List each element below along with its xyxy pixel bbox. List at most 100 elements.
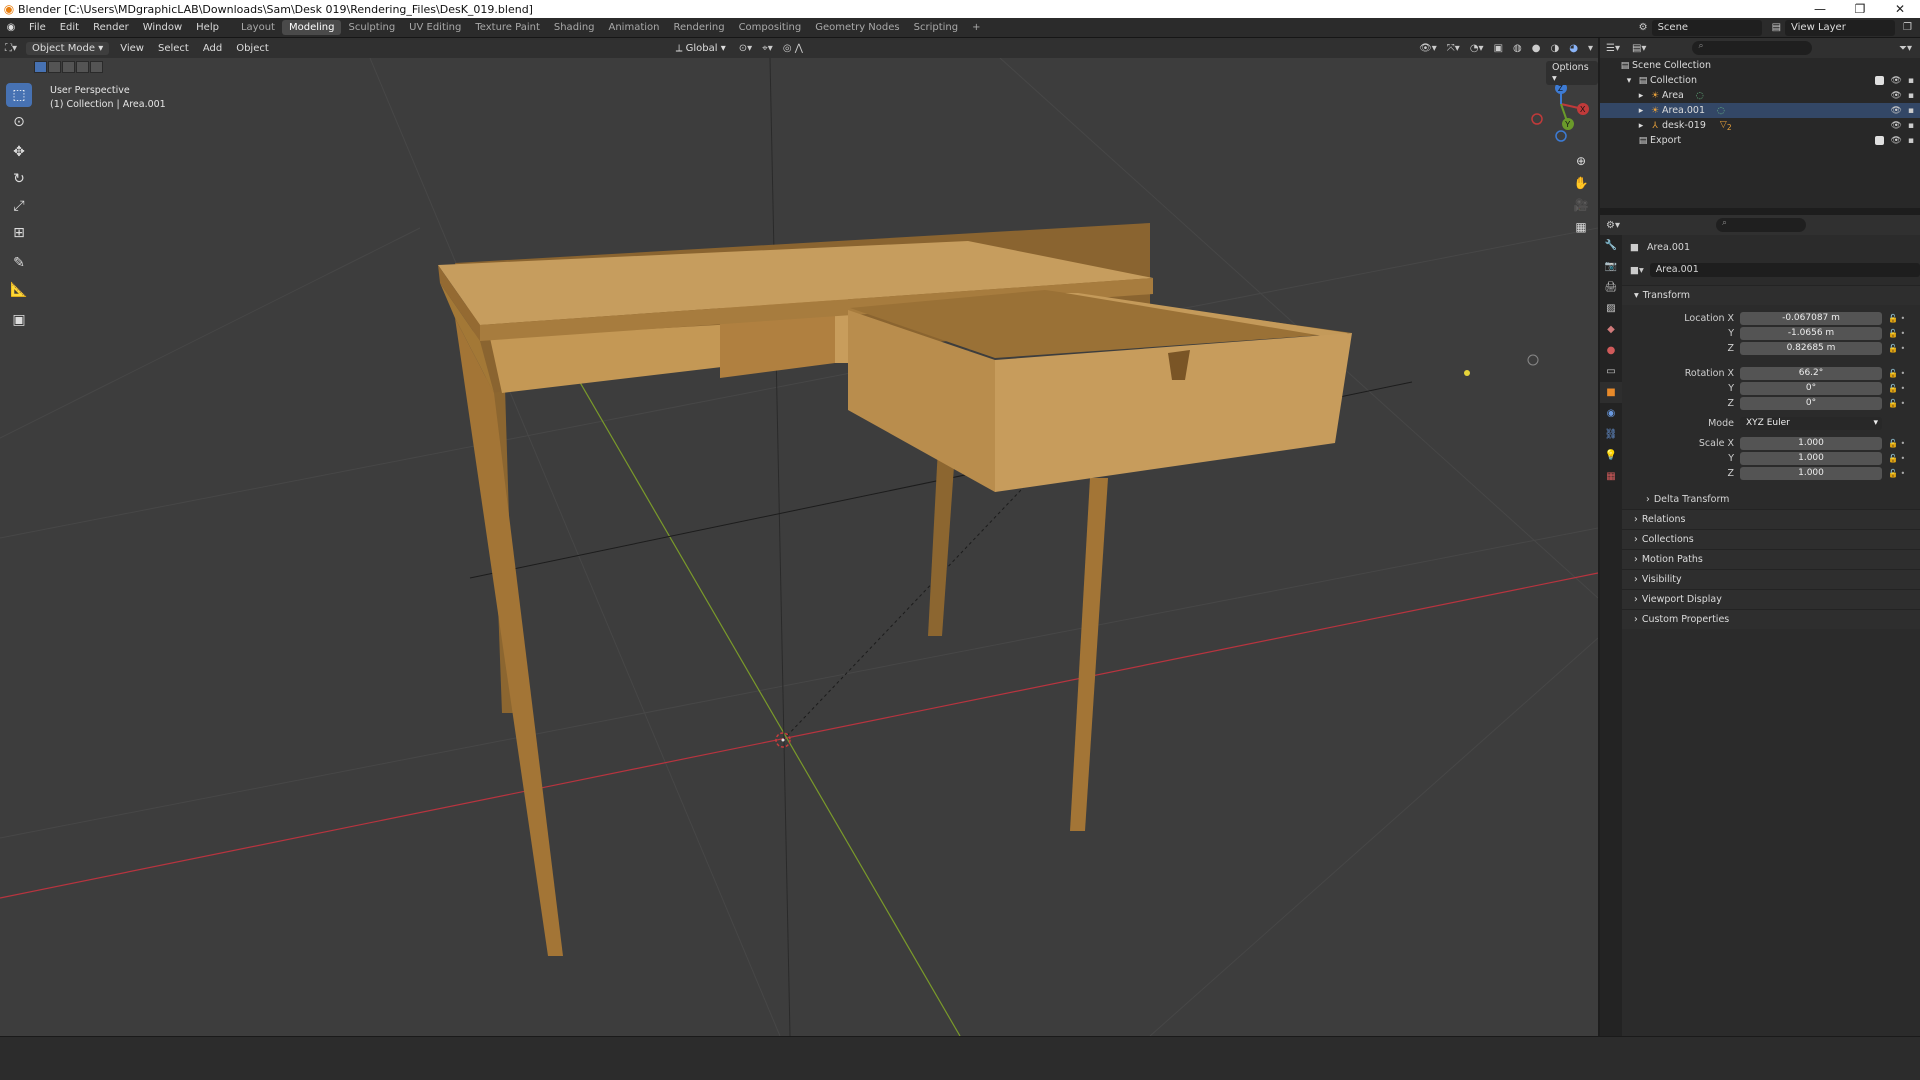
- rotation-y-field[interactable]: 0°: [1740, 382, 1882, 395]
- zoom-icon[interactable]: ⊕: [1570, 150, 1592, 172]
- render-tab-icon[interactable]: 📷: [1600, 256, 1622, 277]
- tab-scripting[interactable]: Scripting: [907, 20, 965, 35]
- outliner-row-export[interactable]: ▤ Export 👁 ▪: [1600, 133, 1920, 148]
- shading-rendered-icon[interactable]: ◕: [1564, 43, 1583, 54]
- tab-shading[interactable]: Shading: [547, 20, 602, 35]
- motion-paths-panel-header[interactable]: › Motion Paths: [1622, 549, 1920, 569]
- tab-compositing[interactable]: Compositing: [732, 20, 809, 35]
- object-data-icon[interactable]: ■▾: [1630, 265, 1644, 276]
- menu-view[interactable]: View: [113, 43, 151, 54]
- collection-tab-icon[interactable]: ▭: [1600, 361, 1622, 382]
- scale-tool-icon[interactable]: ⤢: [6, 194, 32, 218]
- annotate-tool-icon[interactable]: ✎: [6, 251, 32, 275]
- maximize-button[interactable]: ❐: [1840, 2, 1880, 16]
- select-new-icon[interactable]: [34, 61, 47, 73]
- gizmo-neg-x[interactable]: [1531, 113, 1543, 125]
- add-cube-tool-icon[interactable]: ▣: [6, 308, 32, 332]
- tool-tab-icon[interactable]: 🔧: [1600, 235, 1622, 256]
- location-z-field[interactable]: 0.82685 m: [1740, 342, 1882, 355]
- collections-panel-header[interactable]: › Collections: [1622, 529, 1920, 549]
- filter-icon[interactable]: ⏷▾: [1891, 43, 1920, 54]
- tab-rendering[interactable]: Rendering: [666, 20, 731, 35]
- viewport-display-panel-header[interactable]: › Viewport Display: [1622, 589, 1920, 609]
- location-x-field[interactable]: -0.067087 m: [1740, 312, 1882, 325]
- properties-search-input[interactable]: ⌕: [1715, 218, 1806, 232]
- outliner-row-collection[interactable]: ▾ ▤ Collection 👁 ▪: [1600, 73, 1920, 88]
- expand-arrow-icon[interactable]: ▸: [1634, 121, 1648, 131]
- rotation-mode-dropdown[interactable]: XYZ Euler ▾: [1740, 417, 1882, 430]
- gizmo-neg-z[interactable]: [1555, 130, 1567, 142]
- scene-selector[interactable]: Scene: [1651, 19, 1762, 36]
- select-extend-icon[interactable]: [48, 61, 61, 73]
- select-box-tool-icon[interactable]: ⬚: [6, 83, 32, 107]
- close-button[interactable]: ✕: [1880, 2, 1920, 16]
- expand-arrow-icon[interactable]: ▾: [1622, 76, 1636, 86]
- constraints-tab-icon[interactable]: ⛓: [1600, 424, 1622, 445]
- relations-panel-header[interactable]: › Relations: [1622, 509, 1920, 529]
- tab-sculpting[interactable]: Sculpting: [341, 20, 402, 35]
- menu-edit[interactable]: Edit: [53, 22, 86, 33]
- options-button[interactable]: Options ▾: [1546, 61, 1598, 85]
- eye-icon[interactable]: 👁: [1890, 91, 1901, 101]
- xray-icon[interactable]: ▣: [1489, 43, 1508, 54]
- object-name-field[interactable]: Area.001: [1649, 263, 1920, 277]
- orientation-dropdown[interactable]: ⟂ Global ▾: [676, 43, 726, 54]
- view-layer-selector[interactable]: View Layer: [1785, 19, 1896, 36]
- light-data-icon[interactable]: ◌: [1717, 106, 1725, 116]
- ortho-toggle-icon[interactable]: ▦: [1570, 216, 1592, 238]
- texture-tab-icon[interactable]: ▦: [1600, 466, 1622, 487]
- mode-dropdown[interactable]: Object Mode ▾: [26, 41, 110, 55]
- tab-animation[interactable]: Animation: [602, 20, 667, 35]
- camera-view-icon[interactable]: 🎥: [1570, 194, 1592, 216]
- transform-tool-icon[interactable]: ⊞: [6, 221, 32, 245]
- outliner-editor-icon[interactable]: ☰▾: [1600, 43, 1626, 54]
- snap-icon[interactable]: ⌖▾: [757, 43, 778, 54]
- camera-icon[interactable]: ▪: [1908, 106, 1914, 116]
- visibility-panel-header[interactable]: › Visibility: [1622, 569, 1920, 589]
- measure-tool-icon[interactable]: 📐: [6, 278, 32, 302]
- scene-tab-icon[interactable]: ◆: [1600, 319, 1622, 340]
- display-mode-icon[interactable]: ▤▾: [1626, 43, 1652, 54]
- select-invert-icon[interactable]: [76, 61, 89, 73]
- eye-icon[interactable]: 👁: [1890, 136, 1901, 146]
- shading-solid-icon[interactable]: ●: [1527, 43, 1546, 54]
- custom-properties-panel-header[interactable]: › Custom Properties: [1622, 609, 1920, 629]
- view-layer-tab-icon[interactable]: ▨: [1600, 298, 1622, 319]
- camera-icon[interactable]: ▪: [1908, 76, 1914, 86]
- cursor-tool-icon[interactable]: ⊙: [6, 110, 32, 134]
- lock-icon[interactable]: 🔓 •: [1888, 344, 1905, 353]
- exclude-checkbox[interactable]: [1875, 135, 1885, 145]
- world-tab-icon[interactable]: ●: [1600, 340, 1622, 361]
- menu-object[interactable]: Object: [229, 43, 276, 54]
- outliner-search-input[interactable]: ⌕: [1692, 41, 1813, 55]
- lock-icon[interactable]: 🔓 •: [1888, 314, 1905, 323]
- camera-icon[interactable]: ▪: [1908, 91, 1914, 101]
- eye-icon[interactable]: 👁: [1890, 121, 1901, 131]
- lock-icon[interactable]: 🔓 •: [1888, 329, 1905, 338]
- tab-geometry-nodes[interactable]: Geometry Nodes: [808, 20, 906, 35]
- scale-z-field[interactable]: 1.000: [1740, 467, 1882, 480]
- tab-layout[interactable]: Layout: [234, 20, 282, 35]
- blender-menu-icon[interactable]: ◉: [0, 22, 22, 33]
- outliner-row-area[interactable]: ▸ ☀ Area ◌ 👁 ▪: [1600, 88, 1920, 103]
- new-view-layer-icon[interactable]: ❐: [1903, 22, 1912, 33]
- object-data-tab-icon[interactable]: 💡: [1600, 445, 1622, 466]
- menu-window[interactable]: Window: [136, 22, 189, 33]
- rotation-x-field[interactable]: 66.2°: [1740, 367, 1882, 380]
- shading-options-icon[interactable]: ▾: [1583, 43, 1598, 54]
- 3d-viewport[interactable]: X Y Z User Perspective (1) Collection | …: [0, 58, 1598, 1036]
- object-tab-icon[interactable]: ■: [1600, 382, 1622, 403]
- proportional-edit-icon[interactable]: ◎ ⋀: [778, 43, 808, 54]
- eye-icon[interactable]: 👁: [1890, 76, 1901, 86]
- editor-type-icon[interactable]: ⛶▾: [0, 43, 22, 54]
- lock-icon[interactable]: 🔓 •: [1888, 469, 1905, 478]
- visibility-icon[interactable]: 👁▾: [1414, 43, 1442, 54]
- pan-hand-icon[interactable]: ✋: [1570, 172, 1592, 194]
- tab-texture-paint[interactable]: Texture Paint: [468, 20, 547, 35]
- gizmo-toggle-icon[interactable]: ⤧▾: [1442, 43, 1465, 54]
- location-y-field[interactable]: -1.0656 m: [1740, 327, 1882, 340]
- tab-modeling[interactable]: Modeling: [281, 20, 342, 35]
- camera-icon[interactable]: ▪: [1908, 136, 1914, 146]
- lock-icon[interactable]: 🔓 •: [1888, 399, 1905, 408]
- minimize-button[interactable]: —: [1800, 2, 1840, 16]
